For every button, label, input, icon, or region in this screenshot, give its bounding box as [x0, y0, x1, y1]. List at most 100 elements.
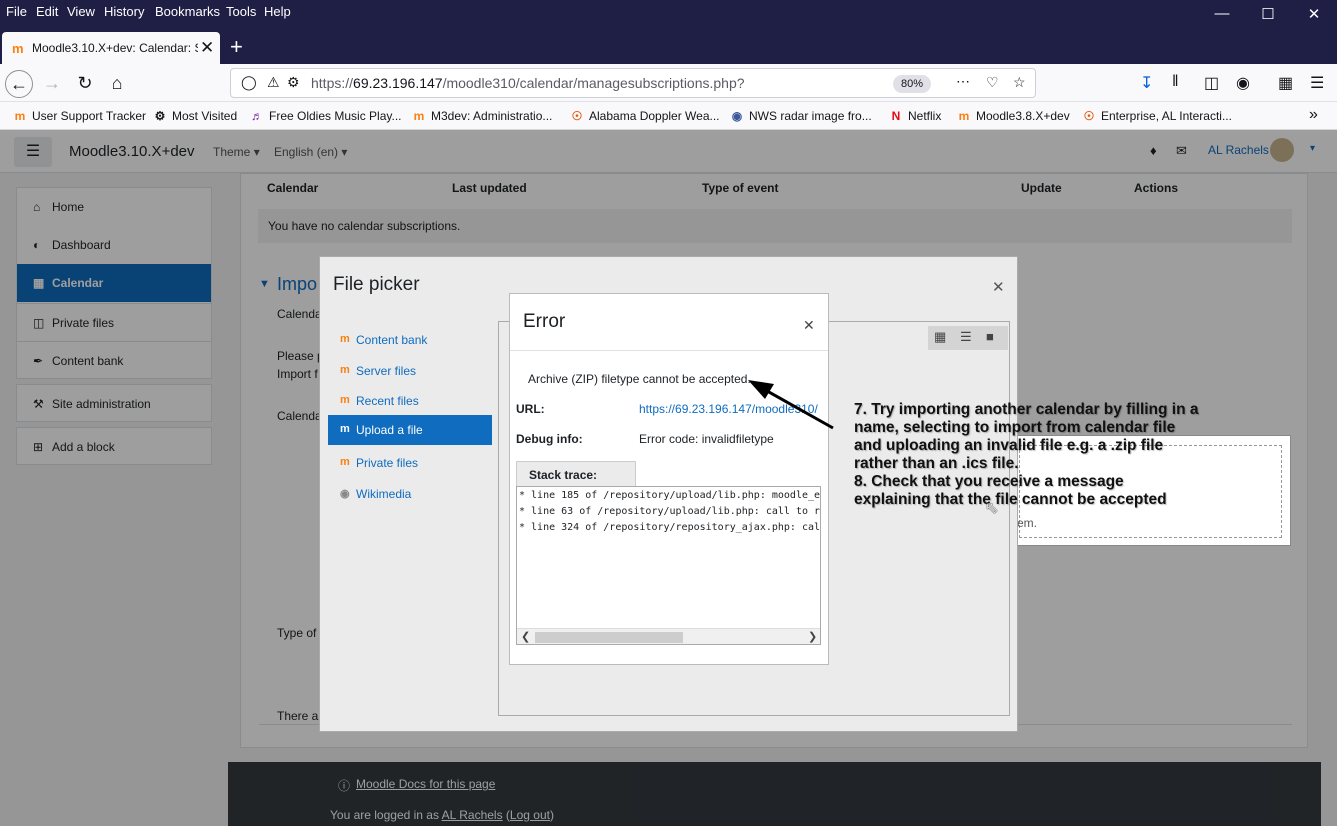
error-message: Archive (ZIP) filetype cannot be accepte… — [528, 372, 751, 386]
repo-recent-files[interactable]: m Recent files — [328, 386, 492, 416]
shield-icon[interactable]: ◯ — [241, 74, 257, 91]
maximize-icon[interactable]: ☐ — [1257, 5, 1279, 25]
file-picker-title: File picker — [333, 274, 420, 295]
menu-file[interactable]: File — [6, 4, 27, 19]
moodle-icon: m — [340, 333, 350, 345]
lock-warning-icon[interactable]: ⚠ — [267, 74, 280, 91]
annotation-line: 7. Try importing another calendar by fil… — [854, 401, 1199, 418]
bookmark-item[interactable]: N Netflix — [888, 109, 942, 123]
browser-tab-active[interactable]: m Moodle3.10.X+dev: Calendar: S ✕ — [2, 32, 220, 64]
divider — [510, 350, 828, 351]
bookmark-star-icon[interactable]: ☆ — [1013, 74, 1026, 91]
debug-info-label: Debug info: — [516, 432, 583, 446]
bookmarks-toolbar: m User Support Tracker ⚙ Most Visited ♬ Fre… — [0, 102, 1337, 130]
menu-bookmarks[interactable]: Bookmarks — [155, 4, 220, 19]
grid-view-icon[interactable]: ▦ — [934, 329, 946, 345]
repo-wikimedia[interactable]: ◉ Wikimedia — [328, 479, 492, 509]
bookmark-item[interactable]: ⚙ Most Visited — [152, 109, 238, 123]
zoom-indicator[interactable]: 80% — [893, 75, 931, 93]
close-window-icon[interactable]: ✕ — [1303, 5, 1325, 25]
horizontal-scrollbar[interactable]: ❮ ❯ — [517, 628, 820, 644]
error-url-link[interactable]: https://69.23.196.147/moodle310/ — [639, 402, 818, 416]
menu-view[interactable]: View — [67, 4, 95, 19]
permissions-icon[interactable]: ⚙ — [287, 74, 300, 91]
annotation-line: name, selecting to import from calendar … — [854, 419, 1176, 436]
wikimedia-icon: ◉ — [340, 488, 350, 500]
annotation-line: rather than an .ics file. — [854, 455, 1019, 472]
url-path: /moodle310/calendar/managesubscriptions.… — [442, 75, 745, 91]
annotation-line: explaining that the file cannot be accep… — [854, 491, 1167, 508]
stack-trace-tab[interactable]: Stack trace: — [516, 461, 636, 487]
netflix-icon: N — [891, 109, 901, 123]
browser-tabbar: m Moodle3.10.X+dev: Calendar: S ✕ — [0, 30, 1337, 64]
moodle-icon: m — [413, 109, 425, 123]
error-dialog: Error ✕ Archive (ZIP) filetype cannot be… — [509, 293, 829, 665]
browser-navbar: ← → ↻ ⌂ ◯ ⚠ ⚙ https://69.23.196.147/mood… — [0, 64, 1337, 102]
bookmark-item[interactable]: ♬ Free Oldies Music Play... — [249, 109, 401, 123]
nws-icon: ◉ — [731, 109, 743, 123]
annotation-text: 7. Try importing another calendar by fil… — [854, 401, 1324, 509]
back-icon[interactable]: ← — [5, 70, 33, 98]
new-tab-icon[interactable]: + — [230, 34, 243, 60]
bookmarks-overflow-icon[interactable]: » — [1309, 106, 1318, 124]
menu-edit[interactable]: Edit — [36, 4, 58, 19]
moodle-icon: m — [958, 109, 970, 123]
bookmark-item[interactable]: m User Support Tracker — [12, 109, 146, 123]
repo-server-files[interactable]: m Server files — [328, 356, 492, 386]
account-icon[interactable]: ◉ — [1236, 73, 1250, 93]
weather-icon: ☉ — [1083, 109, 1095, 123]
url-label: URL: — [516, 402, 545, 416]
moodle-icon: m — [340, 364, 350, 376]
scroll-right-icon[interactable]: ❯ — [808, 630, 817, 643]
scroll-left-icon[interactable]: ❮ — [521, 630, 530, 643]
repo-upload-file[interactable]: m Upload a file — [328, 415, 492, 445]
moodle-icon: m — [340, 456, 350, 468]
sidebar-icon[interactable]: ◫ — [1204, 73, 1219, 93]
menu-history[interactable]: History — [104, 4, 144, 19]
menu-help[interactable]: Help — [264, 4, 291, 19]
browser-menubar: File Edit View History Bookmarks Tools H… — [0, 0, 1337, 30]
folder-view-icon[interactable]: ■ — [986, 329, 994, 344]
extensions-icon[interactable]: ▦ — [1278, 73, 1293, 93]
radio-icon: ♬ — [251, 109, 263, 123]
bookmark-item[interactable]: ◉ NWS radar image fro... — [729, 109, 872, 123]
weather-icon: ☉ — [571, 109, 583, 123]
library-icon[interactable]: ‖ — [1172, 73, 1179, 91]
more-actions-icon[interactable]: ⋯ — [956, 73, 970, 90]
drop-zone-text: em. — [1017, 516, 1038, 530]
bookmark-item[interactable]: ☉ Alabama Doppler Wea... — [569, 109, 720, 123]
list-view-icon[interactable]: ☰ — [960, 329, 972, 345]
bookmark-item[interactable]: ☉ Enterprise, AL Interacti... — [1081, 109, 1232, 123]
close-icon[interactable]: ✕ — [803, 317, 815, 334]
pocket-icon[interactable]: ♡ — [986, 74, 999, 91]
minimize-icon[interactable]: — — [1211, 5, 1233, 25]
stack-trace-box[interactable]: * line 185 of /repository/upload/lib.php… — [516, 486, 821, 645]
tab-close-icon[interactable]: ✕ — [200, 38, 214, 58]
view-toolbar: ▦ ☰ ■ — [928, 326, 1008, 350]
url-text[interactable]: https://69.23.196.147/moodle310/calendar… — [311, 75, 745, 91]
stack-trace-line: * line 324 of /repository/repository_aja… — [519, 522, 821, 533]
moodle-icon: m — [14, 109, 26, 123]
tab-title: Moodle3.10.X+dev: Calendar: S — [32, 41, 198, 55]
home-icon[interactable]: ⌂ — [103, 70, 131, 98]
reload-icon[interactable]: ↻ — [71, 70, 99, 98]
stack-trace-line: * line 63 of /repository/upload/lib.php:… — [519, 506, 821, 517]
moodle-icon: m — [340, 394, 350, 406]
moodle-icon: m — [340, 423, 350, 435]
stack-trace-line: * line 185 of /repository/upload/lib.php… — [519, 490, 821, 501]
repo-content-bank[interactable]: m Content bank — [328, 325, 492, 355]
repo-private-files[interactable]: m Private files — [328, 448, 492, 478]
forward-icon[interactable]: → — [38, 70, 66, 98]
close-icon[interactable]: ✕ — [992, 278, 1005, 296]
menu-tools[interactable]: Tools — [226, 4, 256, 19]
url-bar[interactable]: ◯ ⚠ ⚙ https://69.23.196.147/moodle310/ca… — [230, 68, 1036, 98]
bookmark-item[interactable]: m Moodle3.8.X+dev — [956, 109, 1070, 123]
url-prefix: https:// — [311, 75, 354, 91]
download-icon[interactable]: ↧ — [1140, 73, 1153, 93]
gear-icon: ⚙ — [154, 109, 166, 123]
bookmark-item[interactable]: m M3dev: Administratio... — [411, 109, 553, 123]
scrollbar-thumb[interactable] — [535, 632, 683, 643]
url-domain: 69.23.196.147 — [353, 75, 443, 91]
annotation-line: 8. Check that you receive a message — [854, 473, 1124, 490]
app-menu-icon[interactable]: ☰ — [1310, 73, 1324, 93]
